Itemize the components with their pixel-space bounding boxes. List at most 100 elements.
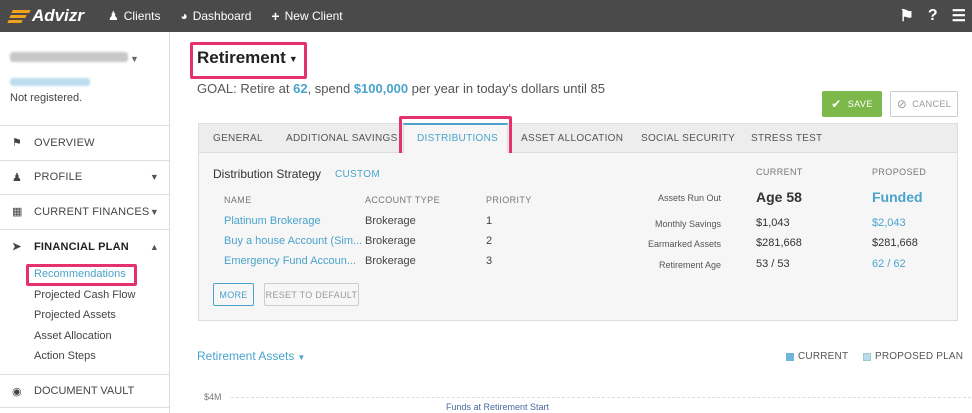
user-name-redacted [10,52,128,62]
bar-chart-icon: ▦ [12,206,23,219]
users-icon: ♟ [108,9,119,23]
sidebar-item-label: CURRENT FINANCES [34,205,150,218]
metric-current-value: $281,668 [756,237,802,249]
metrics-header-proposed: PROPOSED [872,167,927,177]
tab-social-security[interactable]: SOCIAL SECURITY [641,133,735,144]
nav-new-client-label: New Client [284,9,343,23]
sidebar-item-label: OVERVIEW [34,136,95,149]
metric-current-value: Age 58 [756,189,802,205]
plan-tabs: GENERAL ADDITIONAL SAVINGS ASSET ALLOCAT… [198,123,958,153]
goal-mid: , spend [307,81,354,96]
caret-down-icon: ▼ [288,53,298,64]
retirement-assets-dropdown[interactable]: Retirement Assets ▼ [197,349,305,363]
sidebar-item-label: DOCUMENT VAULT [34,385,135,397]
legend-label: PROPOSED PLAN [875,351,964,362]
sidebar-subitem-asset-allocation[interactable]: Asset Allocation [0,326,169,347]
account-priority: 2 [486,235,493,247]
metric-proposed-value: $2,043 [872,217,906,229]
page-title[interactable]: Retirement ▼ [197,48,298,68]
tab-stress-test[interactable]: STRESS TEST [751,133,822,144]
sidebar-item-financial-plan[interactable]: ➤ FINANCIAL PLAN ▲ [0,230,169,265]
reset-to-default-button[interactable]: RESET TO DEFAULT [264,283,359,306]
plus-icon: + [271,8,280,24]
chevron-down-icon[interactable]: ▼ [130,54,139,64]
legend-label: CURRENT [798,351,849,362]
y-axis-tick: $4M [204,392,222,402]
goal-amount: $100,000 [353,81,409,96]
save-label: SAVE [847,99,873,109]
metric-proposed-value: $281,668 [872,237,918,249]
flag-icon[interactable]: ⚑ [900,6,914,26]
check-icon: ✔ [831,97,842,111]
metrics-header-current: CURRENT [756,167,803,177]
account-link[interactable]: Buy a house Account (Sim... [224,235,362,247]
sidebar-item-current-finances[interactable]: ▦ CURRENT FINANCES ▼ [0,195,169,230]
cancel-button[interactable]: ⊘ CANCEL [890,91,958,117]
account-type: Brokerage [365,215,416,227]
chevron-down-icon: ▼ [149,206,159,217]
distribution-mode-link[interactable]: CUSTOM [335,169,380,180]
metric-current-value: $1,043 [756,217,790,229]
sidebar-item-label: PROFILE [34,171,83,184]
caret-down-icon: ▼ [297,353,306,362]
location-arrow-icon: ➤ [12,241,22,254]
nav-new-client[interactable]: + New Client [271,8,342,24]
metric-label: Earmarked Assets [647,239,721,249]
legend-swatch [863,352,871,361]
gridline [231,397,971,398]
column-header-account-type: ACCOUNT TYPE [365,195,440,205]
account-type: Brokerage [365,255,416,267]
more-button[interactable]: MORE [213,283,254,306]
logo-text: Advizr [32,6,84,25]
user-card[interactable]: ▼ Not registered. [0,32,169,126]
column-header-priority: PRIORITY [486,195,532,205]
advizr-logo[interactable]: Advizr [7,6,88,26]
tab-general[interactable]: GENERAL [213,133,263,144]
sidebar: ▼ Not registered. ⚑ OVERVIEW ♟ PROFILE ▼… [0,32,170,413]
chevron-down-icon: ▼ [149,172,159,183]
user-email-redacted [10,78,90,86]
sidebar-subitem-projected-assets[interactable]: Projected Assets [0,305,169,326]
chevron-up-icon: ▲ [149,241,159,252]
dashboard-icon: ◕ [180,9,188,23]
sidebar-item-document-vault[interactable]: ◉ DOCUMENT VAULT [0,374,170,408]
nav-dashboard[interactable]: ◕ Dashboard [180,9,251,23]
metric-current-value: 53 / 53 [756,258,790,270]
tab-additional-savings[interactable]: ADDITIONAL SAVINGS [286,133,398,144]
nav-clients[interactable]: ♟ Clients [108,9,160,23]
distributions-panel: Distribution Strategy CUSTOM NAME ACCOUN… [198,153,958,321]
menu-icon[interactable]: ☰ [952,6,966,26]
ban-icon: ⊘ [896,97,908,111]
metric-proposed-value: Funded [872,189,923,205]
nav-clients-label: Clients [123,9,161,23]
legend-proposed: PROPOSED PLAN [863,351,963,362]
sidebar-subitem-projected-cash-flow[interactable]: Projected Cash Flow [0,285,169,306]
logo-mark-icon [7,9,31,23]
registration-status: Not registered. [10,92,83,104]
help-icon[interactable]: ? [928,7,938,25]
highlight-box [26,264,137,286]
vault-icon: ◉ [12,385,22,398]
account-priority: 3 [486,255,493,267]
flag-icon: ⚑ [12,137,23,150]
metric-label: Assets Run Out [657,193,721,203]
account-link[interactable]: Platinum Brokerage [224,215,362,227]
sidebar-item-profile[interactable]: ♟ PROFILE ▼ [0,161,169,195]
metric-proposed-value: 62 / 62 [872,258,906,270]
goal-summary: GOAL: Retire at 62, spend $100,000 per y… [197,81,605,96]
save-button[interactable]: ✔ SAVE [822,91,882,117]
sidebar-subitem-action-steps[interactable]: Action Steps [0,346,169,367]
account-link[interactable]: Emergency Fund Accoun... [224,255,362,267]
main-content: Retirement ▼ GOAL: Retire at 62, spend $1… [171,32,972,413]
top-navigation-bar: Advizr ♟ Clients ◕ Dashboard + New Clien… [0,0,972,32]
nav-dashboard-label: Dashboard [192,9,252,23]
chart-annotation: Funds at Retirement Start [446,402,550,412]
sidebar-item-overview[interactable]: ⚑ OVERVIEW [0,126,169,161]
column-header-name: NAME [224,195,252,205]
cancel-label: CANCEL [912,99,952,109]
legend-current: CURRENT [786,351,848,362]
retirement-assets-label: Retirement Assets [197,349,295,363]
goal-age: 62 [293,81,308,96]
sidebar-item-label: FINANCIAL PLAN [34,240,129,253]
tab-asset-allocation[interactable]: ASSET ALLOCATION [521,133,623,144]
